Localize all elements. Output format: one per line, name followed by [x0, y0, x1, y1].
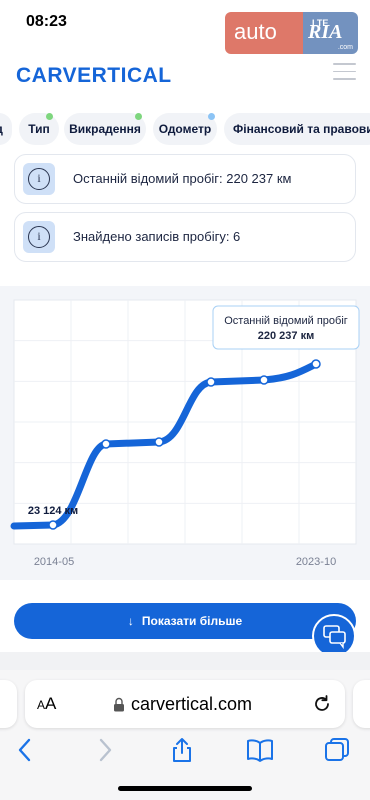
tab-previous[interactable]: д — [0, 113, 12, 145]
info-card-records-found: i Знайдено записів пробігу: 6 — [14, 212, 356, 262]
network-indicator: LTE — [312, 18, 329, 28]
info-card-text: Знайдено записів пробігу: 6 — [73, 229, 241, 244]
home-indicator — [118, 786, 252, 791]
show-more-button[interactable]: ↓ Показати більше — [14, 603, 356, 639]
tooltip-value: 220 237 км — [258, 330, 314, 342]
data-point-1 — [48, 520, 58, 530]
data-point-5 — [259, 375, 269, 385]
address-bar[interactable]: AA carvertical.com — [25, 680, 345, 728]
first-value-label: 23 124 км — [28, 505, 78, 517]
watermark-auto: auto — [225, 12, 303, 54]
status-dot-theft — [135, 113, 142, 120]
url-text: carvertical.com — [131, 694, 253, 714]
info-icon: i — [23, 163, 55, 195]
text-size-button[interactable]: AA — [37, 694, 56, 714]
bookmarks-icon[interactable] — [246, 736, 274, 764]
info-card-text: Останній відомий пробіг: 220 237 км — [73, 171, 292, 186]
share-icon[interactable] — [168, 736, 196, 764]
status-time: 08:23 — [26, 13, 67, 30]
chat-icon — [323, 625, 346, 650]
tab-theft[interactable]: Викрадення — [64, 113, 146, 145]
tab-financial-legal[interactable]: Фінансовий та правовий — [224, 113, 370, 145]
arrow-down-icon: ↓ — [127, 614, 134, 628]
data-point-4 — [206, 377, 216, 387]
lock-icon — [114, 697, 124, 712]
carvertical-logo[interactable]: CARVERTICAL — [16, 64, 172, 88]
data-point-3 — [154, 437, 164, 447]
next-tab-pill[interactable] — [353, 680, 370, 728]
reload-icon[interactable] — [312, 694, 332, 714]
data-point-2 — [101, 439, 111, 449]
info-icon: i — [23, 221, 55, 253]
tooltip-box — [212, 305, 360, 350]
odometer-chart: 23 124 км Останній відомий пробіг 220 237 … — [0, 286, 370, 580]
odometer-chart-svg: 23 124 км Останній відомий пробіг 220 237 … — [10, 299, 360, 568]
x-tick-label-start: 2014-05 — [34, 556, 74, 568]
status-dot-type — [46, 113, 53, 120]
tab-type[interactable]: Тип — [19, 113, 59, 145]
section-tabs: д Тип Викрадення Одометр Фінансовий та п… — [0, 113, 370, 233]
tabs-icon[interactable] — [323, 736, 351, 764]
watermark: auto RIA .com LTE — [225, 12, 358, 54]
forward-icon[interactable] — [90, 736, 118, 764]
info-card-last-mileage: i Останній відомий пробіг: 220 237 км — [14, 154, 356, 204]
menu-icon[interactable] — [333, 63, 356, 80]
back-icon[interactable] — [12, 736, 40, 764]
previous-tab-pill[interactable] — [0, 680, 17, 728]
data-point-6 — [311, 359, 321, 369]
tooltip-title: Останній відомий пробіг — [224, 315, 348, 327]
status-dot-odometer — [208, 113, 215, 120]
x-tick-label-end: 2023-10 — [296, 556, 336, 568]
site-header: CARVERTICAL — [0, 52, 370, 98]
